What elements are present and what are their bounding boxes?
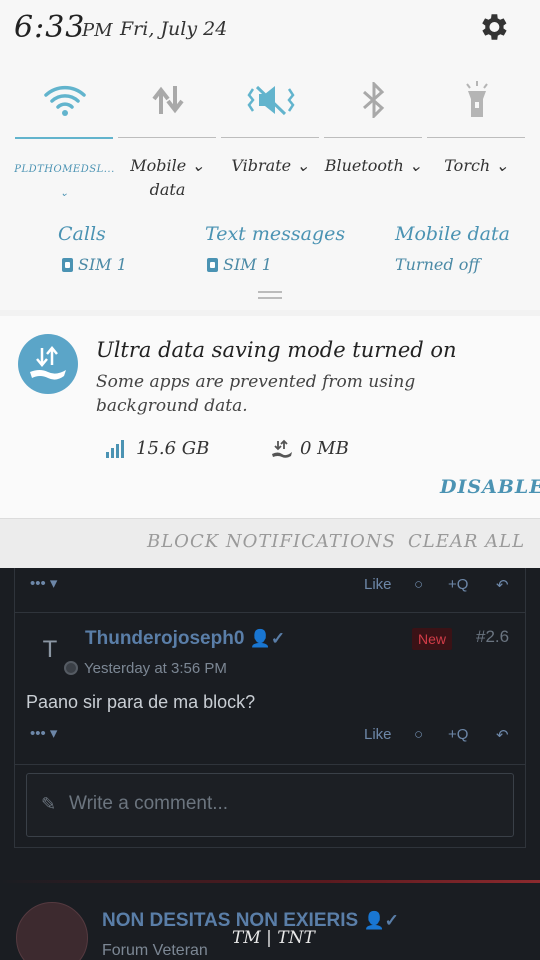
reply-icon[interactable]: ↶: [496, 576, 509, 594]
data-saving-icon: [272, 439, 292, 458]
comment-placeholder: Write a comment...: [69, 793, 229, 814]
tile-indicator-wifi: [15, 137, 113, 139]
post-number[interactable]: #2.6: [476, 627, 509, 647]
clear-all-button[interactable]: CLEAR ALL: [408, 531, 525, 552]
tile-label-bluetooth: Bluetooth ⌄: [324, 156, 423, 175]
sim-card-icon: [62, 258, 73, 272]
tile-indicator-vibrate: [221, 137, 319, 138]
post-body: Paano sir para de ma block?: [26, 692, 256, 712]
clock-time: 6:33: [14, 10, 86, 45]
sim-card-icon: [207, 258, 218, 272]
tile-vibrate[interactable]: Vibrate ⌄: [219, 60, 322, 200]
tile-label-torch: Torch ⌄: [444, 156, 509, 175]
sim-text-title[interactable]: Text messages: [205, 223, 345, 245]
quote-button[interactable]: +Q: [448, 576, 468, 593]
tile-indicator-mobile-data: [118, 137, 216, 138]
sim-mobile-data-title[interactable]: Mobile data: [395, 223, 510, 245]
more-options-button[interactable]: ••• ▾: [30, 724, 57, 742]
tile-wifi[interactable]: PLDTHOMEDSL... ⌄: [13, 60, 116, 200]
wifi-icon: [13, 80, 116, 120]
mobile-usage-value: 15.6 GB: [136, 438, 210, 459]
gear-icon[interactable]: [476, 10, 510, 44]
torch-icon: [425, 80, 528, 120]
disable-button[interactable]: DISABLE: [440, 476, 540, 498]
panel-drag-handle[interactable]: [258, 291, 282, 299]
watermark-text: TM | TNT: [232, 928, 315, 948]
post-username[interactable]: Thunderojoseph0 👤✓: [85, 628, 285, 650]
sim-calls-value[interactable]: SIM 1: [62, 255, 127, 274]
sim-calls-title[interactable]: Calls: [58, 223, 106, 245]
more-options-button[interactable]: ••• ▾: [30, 574, 57, 592]
bluetooth-icon: [322, 80, 425, 120]
status-bar: 6:33 PM Fri, July 24: [0, 0, 540, 60]
mobile-data-icon: [116, 80, 219, 120]
reply-icon[interactable]: ↶: [496, 726, 509, 744]
post-actions-row: ••• ▾ Like ○ +Q ↶: [14, 570, 526, 600]
tile-indicator-torch: [427, 137, 525, 138]
quick-settings-panel: PLDTHOMEDSL... ⌄ Mobile ⌄data Vibrate ⌄: [0, 60, 540, 310]
post-timestamp: Yesterday at 3:56 PM: [64, 660, 227, 677]
avatar[interactable]: [16, 902, 88, 960]
comment-icon[interactable]: ○: [414, 726, 423, 743]
comment-icon[interactable]: ○: [414, 576, 423, 593]
notification-footer: BLOCK NOTIFICATIONS CLEAR ALL: [0, 518, 540, 568]
tile-label-vibrate: Vibrate ⌄: [231, 156, 310, 175]
tile-indicator-bluetooth: [324, 137, 422, 138]
saved-usage-value: 0 MB: [300, 438, 349, 459]
online-status-icon: [64, 661, 78, 675]
post-divider: [14, 612, 526, 613]
tile-label-mobile-data: Mobile ⌄ data: [130, 156, 205, 199]
notification-body: Some apps are prevented from using backg…: [96, 372, 416, 416]
clock-ampm: PM: [82, 20, 113, 41]
tile-mobile-data[interactable]: Mobile ⌄ data: [116, 60, 219, 200]
user-verified-icon: 👤✓: [249, 629, 286, 648]
section-separator: [0, 880, 540, 883]
signal-bars-icon: [106, 439, 124, 458]
notification-card[interactable]: Ultra data saving mode turned on Some ap…: [0, 316, 540, 518]
data-saving-badge-icon: [18, 334, 78, 394]
like-button[interactable]: Like: [364, 576, 392, 593]
tile-torch[interactable]: Torch ⌄: [425, 60, 528, 200]
block-notifications-button[interactable]: BLOCK NOTIFICATIONS: [147, 531, 396, 552]
post-divider: [14, 764, 526, 765]
tile-label-wifi: PLDTHOMEDSL... ⌄: [14, 164, 115, 199]
status-date: Fri, July 24: [120, 18, 228, 40]
new-badge: New: [412, 628, 453, 650]
mobile-usage-stat: 15.6 GB: [106, 438, 209, 459]
user-verified-icon: 👤✓: [363, 911, 399, 930]
vibrate-icon: [219, 80, 322, 120]
like-button[interactable]: Like: [364, 726, 392, 743]
pencil-icon: ✎: [41, 794, 57, 814]
next-post-rank: Forum Veteran: [102, 942, 208, 959]
saved-usage-stat: 0 MB: [270, 438, 349, 459]
tile-bluetooth[interactable]: Bluetooth ⌄: [322, 60, 425, 200]
sim-mobile-data-value[interactable]: Turned off: [395, 255, 480, 274]
quote-button[interactable]: +Q: [448, 726, 468, 743]
sim-text-value[interactable]: SIM 1: [207, 255, 272, 274]
post-actions-row: ••• ▾ Like ○ +Q ↶: [14, 720, 526, 750]
comment-input[interactable]: ✎ Write a comment...: [26, 773, 514, 837]
notification-title: Ultra data saving mode turned on: [96, 338, 457, 362]
forum-background: ••• ▾ Like ○ +Q ↶ T Thunderojoseph0 👤✓ N…: [0, 568, 540, 960]
